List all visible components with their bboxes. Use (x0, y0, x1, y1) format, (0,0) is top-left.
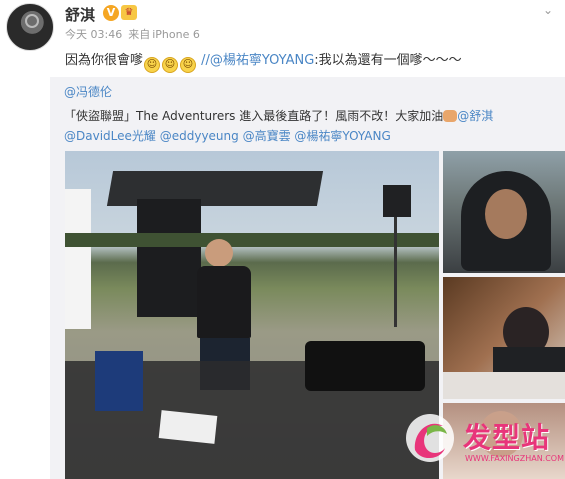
mention-link[interactable]: @高寶雲 (243, 129, 291, 143)
member-level-icon: ♛ (121, 5, 137, 20)
post-text-body: 因為你很會嗲 (65, 53, 144, 68)
post-source-prefix: 来自 (128, 28, 151, 41)
post-time[interactable]: 今天 03:46 (65, 28, 122, 41)
grin-emoji-icon: ☺ (144, 57, 161, 73)
post-meta: 今天 03:46 来自 iPhone 6 (65, 26, 206, 42)
repost-author-link[interactable]: @冯德伦 (64, 83, 112, 100)
mention-link[interactable]: @楊祐寧YOYANG (294, 129, 390, 143)
post-source[interactable]: iPhone 6 (152, 28, 200, 41)
mention-link[interactable]: @eddyyeung (160, 129, 239, 143)
post-text: 因為你很會嗲 ☺ ☺ ☺ //@楊祐寧YOYANG:我以為還有一個嗲～～～ (65, 49, 462, 73)
watermark-title: 发型站 (463, 421, 551, 454)
repost-text: 「俠盜聯盟」The Adventurers 進入最後直路了！風雨不改！大家加油 @… (64, 106, 559, 146)
mention-link[interactable]: @DavidLee光耀 (64, 129, 156, 143)
fist-emoji-icon (443, 110, 458, 122)
mention-link[interactable]: @舒淇 (457, 109, 493, 123)
photo-actor-hood[interactable] (443, 151, 565, 273)
verified-badge-icon: V (103, 5, 119, 21)
photo-actor-table[interactable] (443, 277, 565, 399)
post-menu-chevron[interactable]: ⌄ (543, 4, 555, 16)
avatar[interactable] (6, 3, 54, 51)
watermark-logo-icon (406, 414, 454, 462)
photo-film-set[interactable] (65, 151, 439, 479)
grin-emoji-icon: ☺ (162, 57, 179, 73)
repost-text-body: 「俠盜聯盟」The Adventurers 進入最後直路了！風雨不改！大家加油 (64, 109, 444, 123)
mention-link[interactable]: //@楊祐寧YOYANG (201, 53, 314, 68)
site-watermark: 发型站 WWW.FAXINGZHAN.COM (405, 412, 564, 474)
post-author-name[interactable]: 舒淇 (65, 4, 95, 25)
post-text-tail: :我以為還有一個嗲～～～ (314, 53, 462, 68)
watermark-url: WWW.FAXINGZHAN.COM (465, 454, 564, 463)
grin-emoji-icon: ☺ (180, 57, 197, 73)
